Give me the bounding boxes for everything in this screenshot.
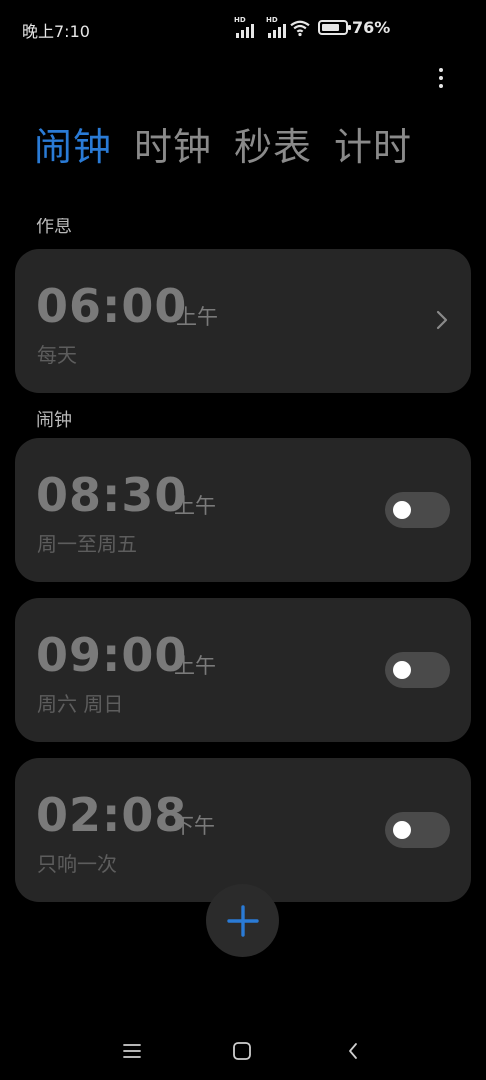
tab-bar: 闹钟 时钟 秒表 计时 — [34, 122, 412, 172]
toggle-knob — [393, 501, 411, 519]
home-icon[interactable] — [229, 1038, 255, 1064]
alarm-time: 02:08 — [36, 788, 188, 842]
tab-timer[interactable]: 计时 — [334, 122, 412, 172]
signal-icon: HD — [234, 16, 260, 38]
alarm-time: 08:30 — [36, 468, 188, 522]
alarm-ampm: 上午 — [176, 305, 218, 329]
tab-clock[interactable]: 时钟 — [134, 122, 212, 172]
alarm-card[interactable]: 08:30 上午 周一至周五 — [15, 438, 471, 582]
work-alarm-card[interactable]: 06:00 上午 每天 — [15, 249, 471, 393]
alarm-toggle[interactable] — [385, 652, 450, 688]
alarm-repeat: 每天 — [37, 343, 77, 367]
wifi-icon — [290, 20, 310, 37]
battery-percent: 76% — [352, 18, 391, 37]
chevron-right-icon — [436, 310, 448, 330]
menu-icon[interactable] — [119, 1038, 145, 1064]
alarm-repeat: 只响一次 — [37, 852, 117, 876]
more-options-icon[interactable] — [430, 64, 452, 92]
tab-alarm[interactable]: 闹钟 — [34, 122, 112, 172]
alarm-ampm: 下午 — [173, 814, 215, 838]
toggle-knob — [393, 661, 411, 679]
system-nav-bar — [0, 1030, 486, 1072]
alarm-repeat: 周六 周日 — [37, 692, 124, 716]
alarm-card[interactable]: 09:00 上午 周六 周日 — [15, 598, 471, 742]
alarm-repeat: 周一至周五 — [37, 532, 137, 556]
section-label-alarm: 闹钟 — [36, 410, 72, 431]
section-label-work: 作息 — [36, 218, 72, 236]
alarm-toggle[interactable] — [385, 812, 450, 848]
clock-app-screen: 晚上7:10 HD HD 76% 闹钟 时钟 秒表 计时 作息 06:00 上午… — [0, 0, 486, 1080]
plus-icon — [226, 904, 259, 937]
battery-icon — [318, 20, 351, 35]
signal-group: HD HD — [234, 16, 292, 38]
signal-hd-label: HD — [234, 16, 246, 24]
status-time: 晚上7:10 — [22, 22, 90, 41]
alarm-time: 09:00 — [36, 628, 188, 682]
back-icon[interactable] — [340, 1038, 366, 1064]
alarm-time: 06:00 — [36, 279, 188, 333]
alarm-card[interactable]: 02:08 下午 只响一次 — [15, 758, 471, 902]
alarm-toggle[interactable] — [385, 492, 450, 528]
tab-stopwatch[interactable]: 秒表 — [234, 122, 312, 172]
add-alarm-button[interactable] — [206, 884, 279, 957]
alarm-ampm: 上午 — [174, 654, 216, 678]
signal-hd-label-2: HD — [266, 16, 278, 24]
toggle-knob — [393, 821, 411, 839]
alarm-ampm: 上午 — [174, 494, 216, 518]
status-bar: 晚上7:10 HD HD 76% — [0, 0, 486, 56]
